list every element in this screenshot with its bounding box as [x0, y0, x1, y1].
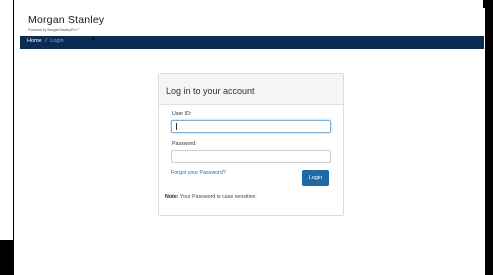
left-border [13, 0, 14, 240]
note-label: Note: [165, 194, 179, 200]
password-input[interactable] [171, 150, 331, 163]
note-text: Your Password is case sensitive. [178, 194, 257, 200]
login-card: Log in to your account User ID: Password… [158, 73, 344, 216]
login-card-header: Log in to your account [159, 74, 343, 105]
login-button[interactable]: Login [302, 170, 329, 186]
password-note: Note: Your Password is case sensitive. [165, 194, 257, 200]
breadcrumb: Home / Login [27, 38, 64, 44]
brand-subtitle: Powered by MorganStanleyPro℠ [28, 28, 81, 32]
left-margin [0, 0, 14, 275]
breadcrumb-separator: / [45, 38, 47, 44]
brand-name: Morgan Stanley [28, 14, 105, 26]
right-black-block [485, 8, 493, 275]
navbar: Home / Login [20, 36, 484, 49]
login-title: Log in to your account [166, 86, 255, 96]
text-caret [176, 123, 177, 130]
password-label: Password: [172, 141, 197, 147]
brand-logo[interactable]: Morgan Stanley Powered by MorganStanleyP… [28, 14, 104, 32]
mouse-cursor-icon [91, 36, 96, 42]
breadcrumb-current: Login [50, 38, 64, 44]
left-black-block [0, 240, 14, 275]
user-id-label: User ID: [172, 111, 192, 117]
breadcrumb-home-link[interactable]: Home [27, 38, 42, 44]
forgot-password-link[interactable]: Forgot your Password? [171, 170, 226, 176]
page: Morgan Stanley Powered by MorganStanleyP… [20, 8, 484, 275]
top-right-black-block [483, 0, 493, 8]
user-id-input[interactable] [171, 120, 331, 133]
